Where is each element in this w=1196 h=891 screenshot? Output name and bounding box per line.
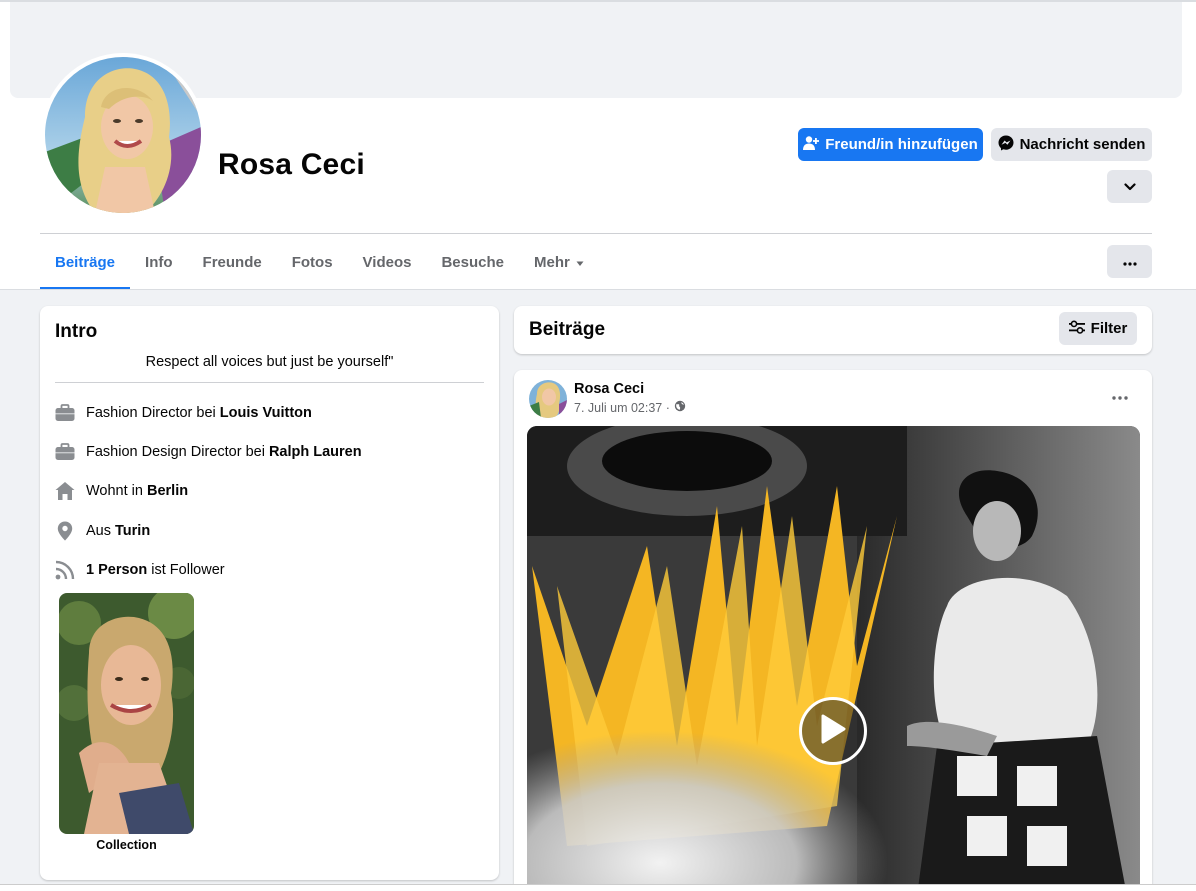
- post-options-button[interactable]: [1104, 384, 1136, 408]
- intro-item-bold[interactable]: 1 Person: [86, 562, 147, 578]
- tab-freunde[interactable]: Freunde: [188, 234, 277, 290]
- post-card: Rosa Ceci 7. Juli um 02:37 ·: [514, 370, 1152, 891]
- intro-item-followers: 1 Person ist Follower: [55, 559, 225, 581]
- more-options-button[interactable]: [1107, 245, 1152, 278]
- intro-item-prefix: Wohnt in: [86, 483, 147, 499]
- tab-label: Fotos: [291, 253, 333, 271]
- profile-picture-image: [45, 57, 201, 213]
- intro-item-from: Aus Turin: [55, 520, 150, 542]
- add-friend-icon: [803, 135, 820, 155]
- home-icon: [55, 481, 75, 501]
- tab-info[interactable]: Info: [130, 234, 188, 290]
- add-friend-label: Freund/in hinzufügen: [825, 136, 978, 153]
- intro-item-text: Fashion Design Director bei Ralph Lauren: [86, 444, 362, 460]
- send-message-label: Nachricht senden: [1019, 136, 1146, 153]
- tab-label: Videos: [362, 253, 412, 271]
- intro-divider: [55, 382, 484, 383]
- play-icon: [820, 714, 846, 749]
- profile-options-dropdown[interactable]: [1107, 170, 1152, 203]
- featured-collection-label[interactable]: Collection: [59, 838, 194, 852]
- briefcase-icon: [55, 403, 75, 423]
- intro-item-bold[interactable]: Ralph Lauren: [269, 444, 362, 460]
- intro-card: Intro Respect all voices but just be you…: [40, 306, 499, 880]
- post-video[interactable]: [527, 426, 1140, 891]
- briefcase-icon: [55, 442, 75, 462]
- add-friend-button[interactable]: Freund/in hinzufügen: [798, 128, 983, 161]
- browser-status-bar: [0, 884, 1196, 891]
- caret-down-icon: [576, 254, 584, 271]
- intro-item-prefix: Fashion Design Director bei: [86, 444, 269, 460]
- intro-title: Intro: [55, 321, 98, 342]
- tab-beitraege[interactable]: Beiträge: [40, 234, 131, 290]
- featured-collection-image[interactable]: [59, 593, 194, 834]
- post-timestamp[interactable]: 7. Juli um 02:37 ·: [574, 401, 670, 415]
- intro-item-text: Wohnt in Berlin: [86, 483, 188, 499]
- chevron-down-icon: [1123, 178, 1136, 195]
- tab-label: Mehr: [534, 253, 570, 271]
- tab-besuche[interactable]: Besuche: [426, 234, 519, 290]
- intro-bio: Respect all voices but just be yourself": [145, 354, 394, 370]
- header-bottom-border: [0, 289, 1196, 290]
- tab-label: Beiträge: [55, 253, 116, 271]
- tab-mehr[interactable]: Mehr: [519, 234, 599, 290]
- intro-item-bold[interactable]: Berlin: [147, 483, 188, 499]
- intro-item-text: Fashion Director bei Louis Vuitton: [86, 405, 312, 421]
- posts-title: Beiträge: [529, 319, 606, 340]
- profile-tabs: Beiträge Info Freunde Fotos Videos Besuc…: [40, 234, 599, 290]
- ellipsis-icon: [1112, 387, 1128, 405]
- posts-header-card: Beiträge Filter: [514, 306, 1152, 354]
- filter-button[interactable]: Filter: [1059, 312, 1137, 345]
- location-pin-icon: [55, 521, 75, 541]
- tab-label: Info: [145, 253, 173, 271]
- send-message-button[interactable]: Nachricht senden: [991, 128, 1152, 161]
- tab-fotos[interactable]: Fotos: [277, 234, 348, 290]
- intro-item-work-2: Fashion Design Director bei Ralph Lauren: [55, 441, 362, 463]
- video-play-button[interactable]: [799, 697, 867, 765]
- intro-item-bold[interactable]: Turin: [115, 523, 150, 539]
- post-meta: 7. Juli um 02:37 ·: [574, 400, 686, 415]
- tab-videos[interactable]: Videos: [348, 234, 427, 290]
- profile-name: Rosa Ceci: [218, 148, 365, 181]
- messenger-icon: [998, 135, 1014, 155]
- post-author-name[interactable]: Rosa Ceci: [574, 381, 644, 397]
- intro-item-bold[interactable]: Louis Vuitton: [220, 405, 312, 421]
- tab-label: Freunde: [202, 253, 262, 271]
- sliders-icon: [1068, 320, 1085, 338]
- tab-label: Besuche: [441, 253, 504, 271]
- intro-item-prefix: Aus: [86, 523, 116, 539]
- intro-item-prefix: Fashion Director bei: [86, 405, 220, 421]
- profile-picture[interactable]: [41, 53, 205, 217]
- globe-icon[interactable]: [674, 400, 686, 415]
- intro-item-suffix: ist Follower: [147, 562, 225, 578]
- rss-icon: [55, 560, 75, 580]
- intro-item-work-1: Fashion Director bei Louis Vuitton: [55, 402, 312, 424]
- ellipsis-icon: [1122, 253, 1137, 270]
- intro-item-lives-in: Wohnt in Berlin: [55, 480, 188, 502]
- intro-item-text: 1 Person ist Follower: [86, 562, 225, 578]
- intro-item-text: Aus Turin: [86, 523, 150, 539]
- post-author-avatar[interactable]: [529, 380, 567, 418]
- filter-label: Filter: [1090, 320, 1128, 337]
